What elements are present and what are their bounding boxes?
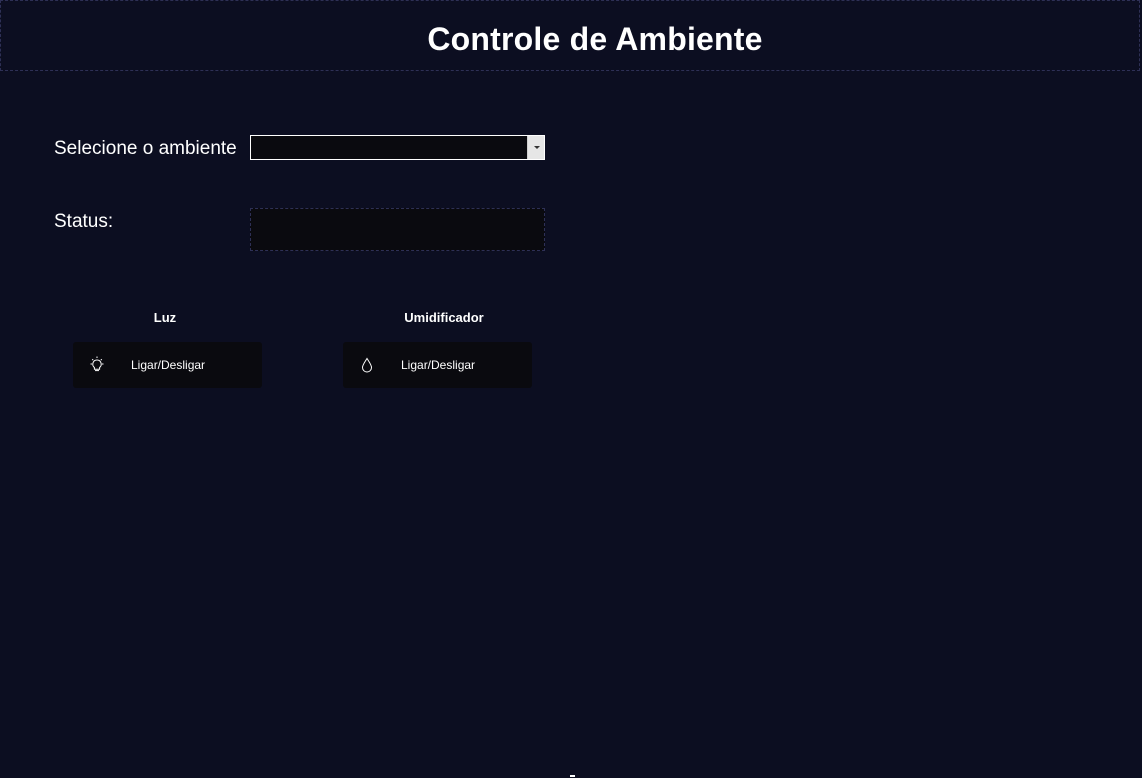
app-window: Controle de Ambiente Selecione o ambient… (0, 0, 1142, 778)
page-title: Controle de Ambiente (427, 21, 763, 57)
status-label: Status: (54, 211, 114, 232)
humidifier-toggle-label: Ligar/Desligar (401, 358, 476, 372)
environment-select[interactable] (250, 135, 545, 160)
chevron-down-icon[interactable] (527, 136, 544, 159)
humidifier-toggle-button[interactable]: Ligar/Desligar (343, 342, 532, 388)
status-display (250, 208, 545, 251)
header-bar: Controle de Ambiente (0, 0, 1140, 71)
light-control-label: Luz (153, 310, 177, 325)
cursor-marker (570, 775, 575, 777)
light-toggle-button[interactable]: Ligar/Desligar (73, 342, 262, 388)
environment-label: Selecione o ambiente (54, 138, 237, 159)
humidifier-control-label: Umidificador (404, 310, 484, 325)
lightbulb-icon (90, 356, 104, 372)
light-toggle-label: Ligar/Desligar (131, 358, 206, 372)
water-drop-icon (361, 357, 373, 373)
